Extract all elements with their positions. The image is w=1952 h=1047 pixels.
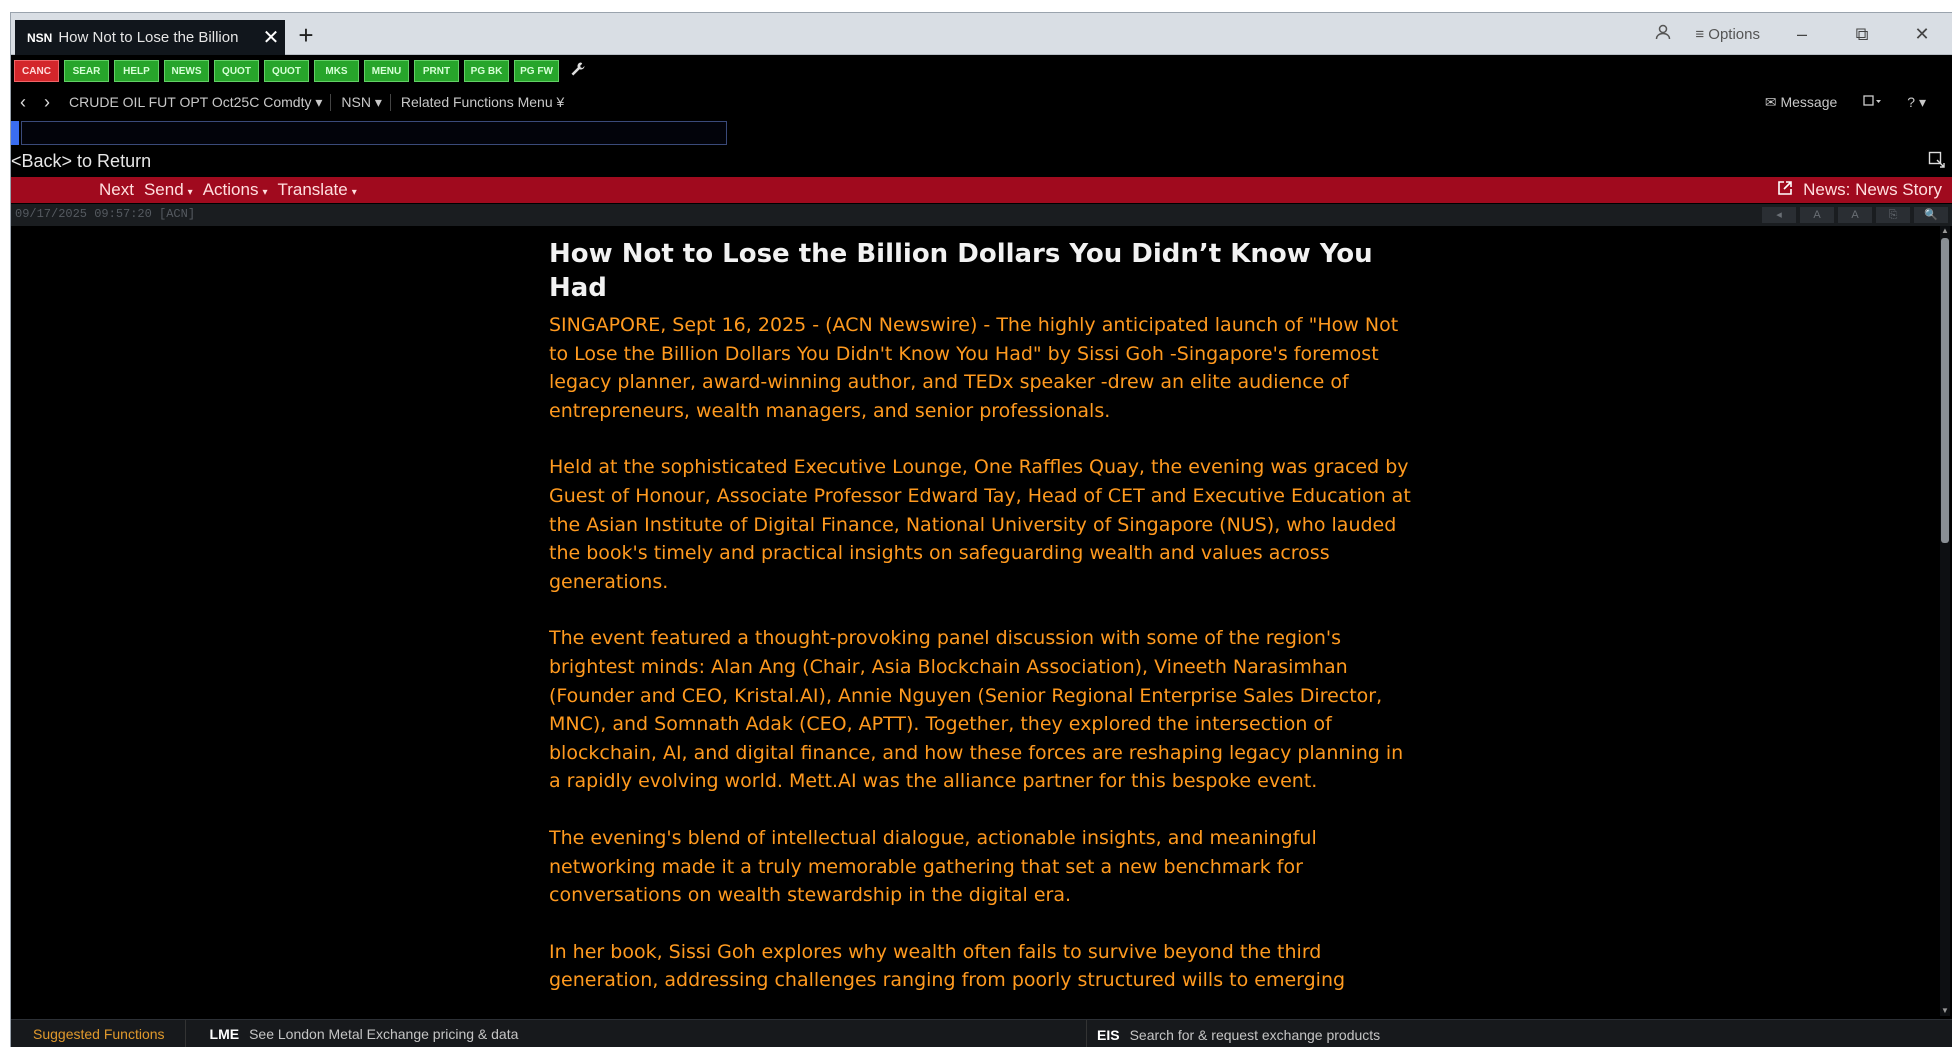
function-key-bar: CANC SEAR HELP NEWS QUOT QUOT MKS MENU P… [11, 56, 1952, 86]
scroll-up-icon[interactable]: ▲ [1940, 226, 1950, 236]
story-tools: ◂ A A ⎘ 🔍 [1758, 207, 1948, 223]
back-arrow-icon[interactable]: ‹ [11, 92, 35, 113]
new-tab-button[interactable]: + [291, 20, 321, 50]
story-timestamp: 09/17/2025 09:57:20 [ACN] [15, 207, 196, 221]
story-paragraph: Held at the sophisticated Executive Loun… [549, 456, 1411, 593]
suggestion-lme[interactable]: LME See London Metal Exchange pricing & … [186, 1026, 519, 1042]
story-paragraph: In her book, Sissi Goh explores why weal… [549, 940, 1346, 992]
back-story-icon[interactable]: ◂ [1762, 207, 1796, 223]
suggestion-code: EIS [1097, 1026, 1120, 1043]
command-input[interactable] [21, 121, 727, 145]
options-menu[interactable]: ≡ Options [1695, 26, 1760, 43]
caret-down-icon: ▾ [262, 187, 268, 198]
next-button[interactable]: Next [99, 180, 134, 200]
suggested-functions-label[interactable]: Suggested Functions [11, 1019, 186, 1047]
suggestion-eis[interactable]: EIS Search for & request exchange produc… [1086, 1020, 1380, 1047]
related-functions-menu[interactable]: Related Functions Menu ¥ [401, 94, 572, 110]
user-icon[interactable] [1655, 24, 1671, 44]
close-window-button[interactable]: ✕ [1904, 24, 1940, 45]
fkey-quote[interactable]: QUOT [214, 60, 259, 82]
news-story-title: News: News Story [1803, 180, 1942, 199]
font-larger-icon[interactable]: A [1800, 207, 1834, 223]
title-bar: NSN How Not to Lose the Billion ✕ + ≡ Op… [11, 13, 1952, 55]
wrench-icon[interactable] [570, 61, 586, 82]
fkey-menu[interactable]: MENU [364, 60, 409, 82]
security-selector[interactable]: CRUDE OIL FUT OPT Oct25C Comdty ▾ [69, 93, 332, 111]
translate-menu[interactable]: Translate ▾ [277, 180, 356, 200]
fkey-search[interactable]: SEAR [64, 60, 109, 82]
suggestion-text: See London Metal Exchange pricing & data [249, 1026, 519, 1042]
scroll-down-icon[interactable]: ▼ [1940, 1006, 1950, 1016]
suggestion-code: LME [209, 1026, 240, 1042]
help-menu[interactable]: ? ▾ [1907, 94, 1926, 111]
actions-label: Actions [202, 180, 259, 199]
fkey-help[interactable]: HELP [114, 60, 159, 82]
story-status-row: 09/17/2025 09:57:20 [ACN] ◂ A A ⎘ 🔍 [11, 204, 1952, 226]
actions-menu[interactable]: Actions ▾ [203, 180, 268, 200]
story-headline: How Not to Lose the Billion Dollars You … [549, 239, 1373, 303]
tab-news-story[interactable]: NSN How Not to Lose the Billion ✕ [15, 20, 285, 55]
message-button[interactable]: ✉ Message [1765, 94, 1837, 111]
navigation-bar: ‹ › CRUDE OIL FUT OPT Oct25C Comdty ▾ NS… [11, 87, 1952, 117]
font-smaller-icon[interactable]: A [1838, 207, 1872, 223]
story-paragraph: SINGAPORE, Sept 16, 2025 - (ACN Newswire… [549, 314, 1399, 422]
window-controls: ≡ Options – ⧉ ✕ [1643, 13, 1952, 55]
window-menu-icon[interactable] [1863, 94, 1882, 110]
fkey-quote-2[interactable]: QUOT [264, 60, 309, 82]
terminal-window: NSN How Not to Lose the Billion ✕ + ≡ Op… [10, 12, 1952, 1047]
news-story-label[interactable]: News: News Story [1777, 177, 1942, 203]
back-to-return-link[interactable]: <Back> to Return [11, 151, 151, 172]
tab-title: How Not to Lose the Billion [58, 29, 239, 46]
send-menu[interactable]: Send ▾ [144, 180, 193, 200]
nav-right-controls: ✉ Message ? ▾ [1765, 87, 1952, 117]
caret-down-icon: ▾ [351, 187, 357, 198]
restore-button[interactable]: ⧉ [1844, 24, 1880, 45]
scroll-thumb[interactable] [1941, 238, 1949, 543]
suggestion-text: Search for & request exchange products [1129, 1026, 1381, 1043]
forward-arrow-icon[interactable]: › [35, 92, 59, 113]
news-story-body: How Not to Lose the Billion Dollars You … [549, 227, 1419, 1017]
send-label: Send [143, 180, 184, 199]
external-link-icon [1777, 180, 1793, 201]
story-scrollbar[interactable]: ▲ ▼ [1940, 226, 1950, 1016]
fkey-news[interactable]: NEWS [164, 60, 209, 82]
back-row: <Back> to Return [11, 151, 1952, 175]
translate-label: Translate [277, 180, 348, 199]
minimize-button[interactable]: – [1784, 24, 1820, 45]
popout-icon[interactable] [1928, 151, 1946, 174]
close-tab-icon[interactable]: ✕ [257, 25, 285, 50]
copy-icon[interactable]: ⎘ [1876, 207, 1910, 223]
caret-down-icon: ▾ [187, 187, 193, 198]
fkey-mks[interactable]: MKS [314, 60, 359, 82]
story-paragraph: The evening's blend of intellectual dial… [549, 826, 1317, 907]
fkey-cancel[interactable]: CANC [14, 60, 59, 82]
fkey-page-back[interactable]: PG BK [464, 60, 509, 82]
fkey-print[interactable]: PRNT [414, 60, 459, 82]
action-bar: Next Send ▾ Actions ▾ Translate ▾ News: New… [11, 177, 1952, 203]
search-icon[interactable]: 🔍 [1914, 207, 1948, 223]
function-selector[interactable]: NSN ▾ [341, 93, 391, 111]
suggested-functions-bar: Suggested Functions LME See London Metal… [11, 1019, 1952, 1047]
command-line [11, 119, 1952, 149]
command-caret [11, 121, 19, 145]
tab-code: NSN [27, 30, 53, 45]
story-paragraph: The event featured a thought-provoking p… [549, 627, 1404, 793]
fkey-page-forward[interactable]: PG FW [514, 60, 559, 82]
